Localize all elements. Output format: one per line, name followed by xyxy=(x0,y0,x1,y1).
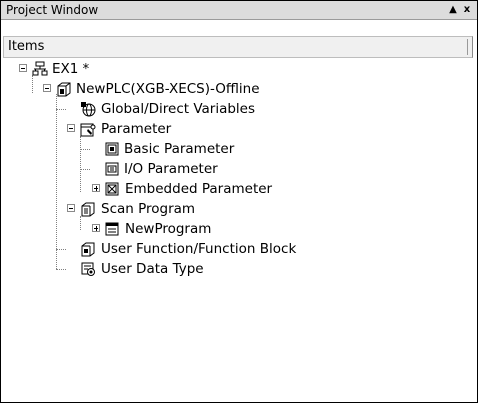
io-parameter-icon xyxy=(104,161,120,177)
tree-connector xyxy=(80,149,90,150)
tree-item-user-function[interactable]: User Function/Function Block xyxy=(80,240,340,258)
tree-item-label: Scan Program xyxy=(101,201,196,217)
expand-toggle[interactable] xyxy=(92,184,100,192)
collapse-toggle[interactable] xyxy=(67,204,75,212)
basic-parameter-icon xyxy=(104,141,120,157)
tree-item-global-variables[interactable]: Global/Direct Variables xyxy=(80,100,290,118)
collapse-toggle[interactable] xyxy=(19,64,27,72)
tree-item-label: NewPLC(XGB-XECS)-Offline xyxy=(76,81,260,97)
tree-connector xyxy=(80,136,81,192)
tree-connector xyxy=(80,169,90,170)
tree-connector xyxy=(56,94,57,269)
parameter-folder-icon xyxy=(80,121,96,137)
tree-connector xyxy=(56,269,66,270)
tree-item-basic-parameter[interactable]: Basic Parameter xyxy=(104,140,264,158)
tree-item-embedded-parameter[interactable]: Embedded Parameter xyxy=(87,180,307,198)
project-network-icon xyxy=(32,61,48,77)
user-function-icon xyxy=(80,241,96,257)
expand-toggle[interactable] xyxy=(92,224,100,232)
scan-program-icon xyxy=(80,201,96,217)
embedded-parameter-icon xyxy=(104,181,120,197)
tree-item-label: Global/Direct Variables xyxy=(101,101,256,117)
tree-item-io-parameter[interactable]: I/O Parameter xyxy=(104,160,254,178)
tree-item-plc[interactable]: NewPLC(XGB-XECS)-Offline xyxy=(39,80,309,98)
tree-item-ex1[interactable]: EX1 * xyxy=(15,60,95,78)
plc-cpu-icon xyxy=(56,81,72,97)
tree-item-label: Parameter xyxy=(101,121,172,137)
tree-item-label: I/O Parameter xyxy=(124,161,218,177)
tree-item-label: EX1 * xyxy=(52,60,89,79)
tree-item-newprogram[interactable]: NewProgram xyxy=(87,220,237,238)
tree-connector xyxy=(80,216,81,230)
tree-item-label: NewProgram xyxy=(125,221,212,237)
collapse-toggle[interactable] xyxy=(43,84,51,92)
tree-item-label: Basic Parameter xyxy=(124,141,235,157)
tree-item-scan-program[interactable]: Scan Program xyxy=(63,200,223,218)
variables-globe-icon xyxy=(80,101,96,117)
tree-item-user-data-type[interactable]: User Data Type xyxy=(80,260,240,278)
tree-connector xyxy=(56,109,66,110)
user-data-type-icon xyxy=(80,261,96,277)
tree-item-parameter[interactable]: Parameter xyxy=(63,120,203,138)
project-name: EX1 xyxy=(52,61,79,77)
collapse-toggle[interactable] xyxy=(67,124,75,132)
modified-badge: * xyxy=(82,62,90,77)
program-icon xyxy=(104,221,120,237)
tree-item-label: Embedded Parameter xyxy=(125,181,273,197)
project-tree: EX1 * NewPLC(XGB-XECS)-Offline Global/Di… xyxy=(1,1,477,402)
tree-item-label: User Function/Function Block xyxy=(101,241,297,257)
project-window: Project Window ▲ x Items EX1 * NewPLC(XG… xyxy=(0,0,478,403)
tree-item-label: User Data Type xyxy=(101,261,204,277)
tree-connector xyxy=(56,249,66,250)
